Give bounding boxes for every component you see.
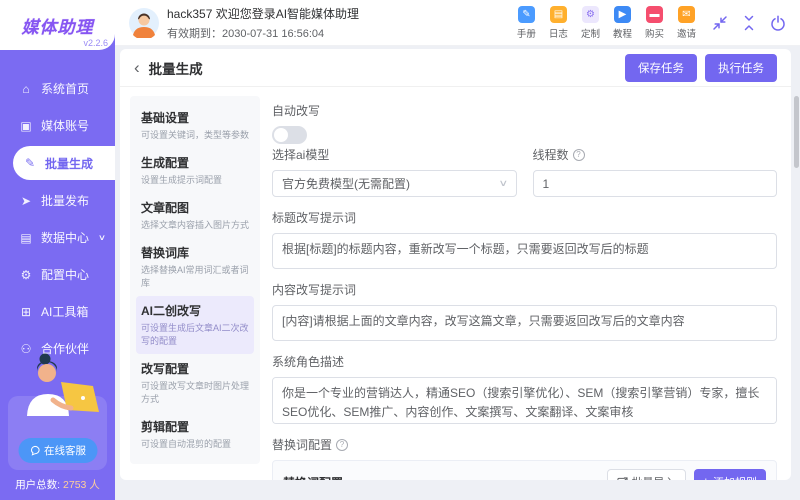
sidebar-item[interactable]: ⚙ 配置中心 [0,256,115,293]
content-card: ‹ 批量生成 保存任务 执行任务 基础设置 可设置关键词，类型等参数 生成配置 … [120,49,791,480]
content-prompt-textarea[interactable]: [内容]请根据上面的文章内容，改写这篇文章，只需要返回改写后的文章内容 [272,305,777,341]
step-item[interactable]: 剪辑配置 可设置自动混剪的配置 [136,412,254,457]
step-item[interactable]: 基础设置 可设置关键词，类型等参数 [136,103,254,148]
purchase-icon: ▬ [645,5,663,23]
page-header: ‹ 批量生成 保存任务 执行任务 [120,49,791,87]
title-prompt-textarea[interactable]: 根据[标题]的标题内容，重新改写一个标题，只需要返回改写后的标题 [272,233,777,269]
main-area: hack357 欢迎您登录AI智能媒体助理 有效期到：2030-07-31 16… [115,0,800,500]
run-task-button[interactable]: 执行任务 [705,53,777,82]
customer-service-panel: 在线客服 [8,353,107,470]
step-item[interactable]: AI二创改写 可设置生成后文章AI二次改写的配置 [136,296,254,355]
back-icon[interactable]: ‹ [134,59,140,76]
batch-import-button[interactable]: 批量导入 [606,469,686,480]
collapse-diagonal-icon[interactable] [712,15,728,31]
add-rule-button[interactable]: + 添加规则 [693,469,766,480]
role-textarea[interactable]: 你是一个专业的营销达人，精通SEO（搜索引擎优化）、SEM（搜索引擎营销）专家，… [272,377,777,424]
sidebar: 媒体助理 v2.2.6 ⌂ 系统首页 ▣ 媒体账号 ✎ 批量生成 ➤ 批量发布 … [0,0,115,500]
media-account-icon: ▣ [20,118,32,133]
window-controls [712,15,786,31]
auto-rewrite-toggle[interactable] [272,126,307,144]
data-center-icon: ▤ [20,230,32,245]
welcome-text: hack357 欢迎您登录AI智能媒体助理 [167,6,360,21]
page-title: 批量生成 [148,61,203,77]
quick-links: ✎ 手册 ▤ 日志 ⚙ 定制 ▶ 教程 ▬ 购买 ✉ 邀请 [517,5,696,40]
sidebar-item[interactable]: ⚇ 合作伙伴 [0,330,115,367]
replace-words-card: 替换词配置 批量导入 + [272,460,777,480]
workspace: ‹ 批量生成 保存任务 执行任务 基础设置 可设置关键词，类型等参数 生成配置 … [115,46,800,500]
step-item[interactable]: 文章配图 选择文章内容插入图片方式 [136,193,254,238]
quick-link[interactable]: ▤ 日志 [549,5,568,40]
app-logo: 媒体助理 v2.2.6 [0,0,115,50]
ai-model-select[interactable]: 官方免费模型(无需配置) ∨ [272,170,517,197]
manual-icon: ✎ [517,5,535,23]
sidebar-item[interactable]: ✎ 批量生成 [13,146,115,180]
quick-link[interactable]: ▬ 购买 [645,5,664,40]
sidebar-nav: ⌂ 系统首页 ▣ 媒体账号 ✎ 批量生成 ➤ 批量发布 ▤ 数据中心 ∨ ⚙ 配… [0,70,115,367]
quick-link[interactable]: ▶ 教程 [613,5,632,40]
plus-icon: + [703,476,709,480]
user-total-value: 2753 人 [63,479,100,491]
steps-panel: 基础设置 可设置关键词，类型等参数 生成配置 设置生成提示词配置 文章配图 选择… [130,96,260,465]
title-prompt-label: 标题改写提示词 [272,211,357,225]
step-item[interactable]: 替换词库 选择替换AI常用词汇或者词库 [136,238,254,296]
user-info: hack357 欢迎您登录AI智能媒体助理 有效期到：2030-07-31 16… [129,5,359,41]
help-icon[interactable]: ? [572,148,585,161]
invite-icon: ✉ [677,5,695,23]
tutorial-icon: ▶ [613,5,631,23]
save-task-button[interactable]: 保存任务 [625,53,697,82]
ai-toolbox-icon: ⊞ [20,304,32,319]
expiry-text: 有效期到：2030-07-31 16:56:04 [167,27,325,40]
replace-card-title: 替换词配置 [283,474,343,481]
scrollbar-thumb[interactable] [794,96,799,168]
app-version: v2.2.6 [83,38,108,48]
chat-bubble-icon [30,445,40,456]
user-total: 用户总数: 2753 人 [15,479,100,491]
import-icon [616,476,628,480]
config-center-icon: ⚙ [20,267,32,282]
sidebar-item[interactable]: ➤ 批量发布 [0,182,115,219]
online-service-button[interactable]: 在线客服 [18,438,97,463]
auto-rewrite-label: 自动改写 [272,104,321,118]
batch-publish-icon: ➤ [20,193,32,208]
threads-label: 线程数 ? [533,146,778,163]
batch-generate-icon: ✎ [24,156,36,170]
home-icon: ⌂ [22,81,30,96]
help-icon[interactable]: ? [336,438,349,451]
log-icon: ▤ [549,5,567,23]
step-item[interactable]: 生成配置 设置生成提示词配置 [136,148,254,193]
replace-config-label: 替换词配置 ? [272,436,777,453]
topbar: hack357 欢迎您登录AI智能媒体助理 有效期到：2030-07-31 16… [115,0,800,46]
app-logo-text: 媒体助理 [21,17,94,37]
step-item[interactable]: 改写配置 可设置改写文章时图片处理方式 [136,354,254,412]
quick-link[interactable]: ⚙ 定制 [581,5,600,40]
compress-vertical-icon[interactable] [741,15,757,31]
chevron-down-icon: ∨ [97,233,107,242]
rewrite-config-form: 自动改写 选择ai模型 官方免费模型(无需配置) ∨ 线程数 ? 1 标题改写提… [270,96,781,480]
sidebar-item[interactable]: ⊞ AI工具箱 [0,293,115,330]
sidebar-item[interactable]: ▤ 数据中心 ∨ [0,219,115,256]
partners-icon: ⚇ [20,341,32,356]
quick-link[interactable]: ✉ 邀请 [677,5,696,40]
toggle-knob [274,128,288,142]
scrollbar [793,96,799,496]
content-prompt-label: 内容改写提示词 [272,283,357,297]
sidebar-footer: 在线客服 用户总数: 2753 人 [0,353,115,492]
avatar [129,7,159,38]
role-label: 系统角色描述 [272,355,345,369]
power-icon[interactable] [770,15,786,31]
customize-icon: ⚙ [581,5,599,23]
quick-link[interactable]: ✎ 手册 [517,5,536,40]
threads-input[interactable] [542,176,767,191]
sidebar-item[interactable]: ⌂ 系统首页 [0,70,115,107]
chevron-down-icon: ∨ [498,178,509,188]
model-label: 选择ai模型 [272,148,330,162]
sidebar-item[interactable]: ▣ 媒体账号 [0,107,115,144]
